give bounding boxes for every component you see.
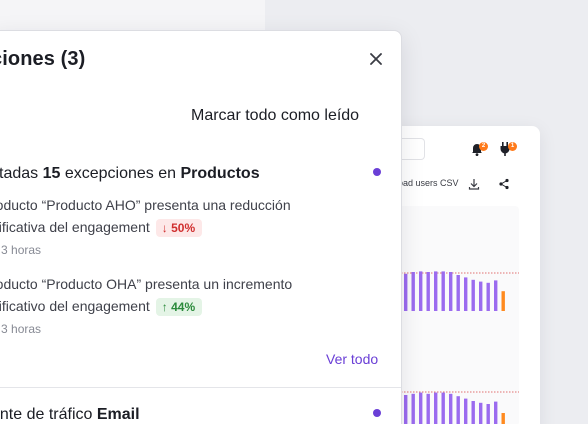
list-item-line: roducto “Producto OHA” presenta un incre… (0, 276, 293, 292)
list-item-line-text: nificativo del engagement (0, 298, 150, 314)
chart-bar (501, 291, 505, 311)
arrow-up-icon: ↑ (161, 300, 172, 315)
chart-bar (494, 280, 498, 311)
chart-bar (441, 392, 445, 424)
chart-bar (434, 392, 438, 424)
bar-chart (395, 271, 519, 424)
chart-bar (411, 272, 415, 311)
notification-heading[interactable]: ctadas 15 excepciones en Productos (0, 165, 260, 183)
mark-all-read-button[interactable]: Marcar todo como leído (191, 107, 359, 125)
chart-bar (464, 398, 468, 424)
chart-bar (494, 401, 498, 424)
timestamp: e 3 horas (0, 243, 42, 257)
notification-entity: Email (96, 406, 140, 423)
exception-count: 15 (42, 165, 61, 182)
notification-entity: Productos (180, 165, 260, 182)
chart-bar (471, 279, 475, 311)
chart-bar (449, 272, 453, 311)
chart-bar (479, 281, 483, 311)
list-item-line: roducto “Producto AHO” presenta una redu… (0, 197, 291, 213)
panel-title: ciones (3) (0, 48, 86, 70)
list-item-line: nificativo del engagement ↑ 44% (0, 298, 203, 317)
chart-bar (479, 402, 483, 424)
chart-bar (456, 275, 460, 311)
chart-bar (486, 282, 490, 311)
chart-bar (471, 401, 475, 424)
chart-bar (419, 392, 423, 424)
chart-bar (426, 272, 430, 311)
chart-bar (434, 271, 438, 311)
change-badge-up: ↑ 44% (155, 298, 203, 317)
plug-badge: 1 (508, 142, 517, 151)
chart-bar (441, 271, 445, 311)
chart-bar (486, 404, 490, 424)
chart-bar (404, 273, 408, 311)
chart-bar (449, 393, 453, 424)
unread-indicator (373, 168, 381, 176)
unread-indicator (373, 409, 381, 417)
chart-bar (404, 395, 408, 424)
list-item-line-text: nificativa del engagement (0, 219, 150, 235)
chart-bar (501, 413, 505, 424)
notification-heading-prefix: ctadas (0, 165, 39, 182)
chart-bar (426, 393, 430, 424)
change-badge-down: ↓ 50% (155, 219, 203, 238)
close-icon[interactable] (367, 50, 385, 68)
change-value: 50% (171, 221, 196, 236)
notification-heading-middle: excepciones en (60, 165, 181, 182)
notification-heading-prefix: ente de tráfico (0, 406, 97, 423)
chart-bar (456, 396, 460, 424)
chart-bar (419, 271, 423, 311)
download-users-csv-link[interactable]: oad users CSV (398, 178, 459, 188)
chart-bar (411, 393, 415, 424)
notifications-panel: ciones (3) Marcar todo como leído ctadas… (0, 30, 402, 424)
see-all-link[interactable]: Ver todo (326, 351, 378, 367)
change-value: 44% (171, 300, 196, 315)
arrow-down-icon: ↓ (161, 221, 172, 236)
divider (0, 387, 401, 388)
download-icon[interactable] (468, 177, 480, 190)
list-item-line: nificativa del engagement ↓ 50% (0, 219, 203, 238)
notification-heading[interactable]: ente de tráfico Email (0, 406, 140, 424)
timestamp: e 3 horas (0, 322, 42, 336)
bell-badge: 2 (479, 142, 488, 151)
chart-bar (464, 277, 468, 311)
share-icon[interactable] (498, 177, 510, 190)
